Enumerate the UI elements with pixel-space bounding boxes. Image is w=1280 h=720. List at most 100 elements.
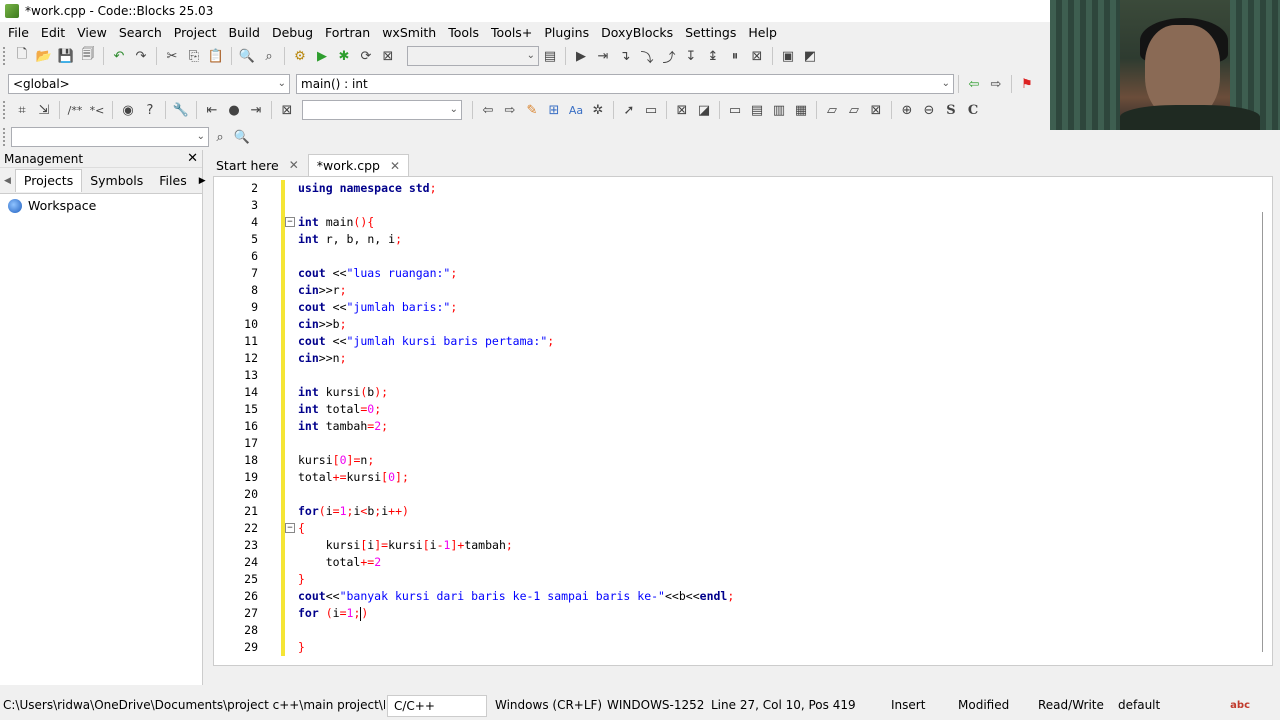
next-instruction-icon[interactable]: ↧	[680, 45, 702, 67]
rebuild-icon[interactable]: ⟳	[355, 45, 377, 67]
code-line[interactable]: 28	[214, 622, 1264, 639]
prev-bookmark-icon[interactable]: ⇤	[201, 99, 223, 121]
rect-icon[interactable]: ▭	[640, 99, 662, 121]
tab-start-here[interactable]: Start here ✕	[207, 154, 308, 176]
save-icon[interactable]: 💾	[55, 45, 77, 67]
new-file-icon[interactable]: 🗋	[11, 45, 33, 67]
abort-icon[interactable]: ⊠	[377, 45, 399, 67]
menu-tools-plus[interactable]: Tools+	[485, 22, 538, 44]
tab-scroll-left-icon[interactable]: ◀	[0, 176, 15, 186]
jump-back-icon[interactable]: ⇦	[963, 73, 985, 95]
run-icon[interactable]: ▶	[311, 45, 333, 67]
code-line[interactable]: 6	[214, 248, 1264, 265]
step-instruction-icon[interactable]: ↨	[702, 45, 724, 67]
menu-project[interactable]: Project	[168, 22, 223, 44]
menu-file[interactable]: File	[2, 22, 35, 44]
menu-wxsmith[interactable]: wxSmith	[376, 22, 442, 44]
step-out-icon[interactable]: ⤴	[658, 45, 680, 67]
block-icon[interactable]: ▥	[768, 99, 790, 121]
block-comment-icon[interactable]: /**	[64, 99, 86, 121]
code-line[interactable]: 15 int total=0;	[214, 401, 1264, 418]
debug-info-icon[interactable]: ◩	[799, 45, 821, 67]
block2-icon[interactable]: ▦	[790, 99, 812, 121]
scope-select[interactable]: <global> ⌄	[8, 74, 290, 94]
save-all-icon[interactable]: 🗐	[77, 45, 99, 67]
build-run-icon[interactable]: ✱	[333, 45, 355, 67]
code-line[interactable]: 17	[214, 435, 1264, 452]
code-line[interactable]: 8 cin>>r;	[214, 282, 1264, 299]
step-into-icon[interactable]: ⤵	[636, 45, 658, 67]
menu-help[interactable]: Help	[742, 22, 783, 44]
code-line[interactable]: 19 total+=kursi[0];	[214, 469, 1264, 486]
tab-projects[interactable]: Projects	[14, 169, 83, 192]
toolbar-grip[interactable]	[3, 101, 7, 119]
undo-icon[interactable]: ↶	[108, 45, 130, 67]
line-comment-icon[interactable]: *<	[86, 99, 108, 121]
menu-build[interactable]: Build	[223, 22, 266, 44]
zoom-in-icon[interactable]: ⊕	[896, 99, 918, 121]
doxy-config-icon[interactable]: 🔧	[170, 99, 192, 121]
menu-search[interactable]: Search	[113, 22, 168, 44]
nassi-s-icon[interactable]: S	[940, 99, 962, 121]
build-options-icon[interactable]: ▤	[539, 45, 561, 67]
doxy-wizard-icon[interactable]: ⌗	[11, 99, 33, 121]
code-line[interactable]: 14 int kursi(b);	[214, 384, 1264, 401]
code-line[interactable]: 29}	[214, 639, 1264, 656]
code-line[interactable]: 20	[214, 486, 1264, 503]
code-line[interactable]: 3	[214, 197, 1264, 214]
code-line[interactable]: 25}	[214, 571, 1264, 588]
next-line-icon[interactable]: ↴	[614, 45, 636, 67]
paste-icon[interactable]: 📋	[205, 45, 227, 67]
menu-doxyblocks[interactable]: DoxyBlocks	[595, 22, 679, 44]
menu-plugins[interactable]: Plugins	[538, 22, 595, 44]
code-line[interactable]: 4 − int main(){	[214, 214, 1264, 231]
doxy-help-icon[interactable]: ?	[139, 99, 161, 121]
fold-toggle-icon[interactable]: −	[285, 523, 295, 533]
workspace-node[interactable]: Workspace	[0, 194, 202, 217]
fold-toggle-icon[interactable]: −	[285, 217, 295, 227]
code-line[interactable]: 24 total+=2	[214, 554, 1264, 571]
menu-settings[interactable]: Settings	[679, 22, 742, 44]
instruction-icon[interactable]: ▭	[724, 99, 746, 121]
toolbar-grip[interactable]	[3, 47, 7, 65]
code-line[interactable]: 5 int r, b, n, i;	[214, 231, 1264, 248]
run-to-cursor-icon[interactable]: ⇥	[592, 45, 614, 67]
terminal-icon[interactable]: ◪	[693, 99, 715, 121]
code-line[interactable]: 11 cout <<"jumlah kursi baris pertama:";	[214, 333, 1264, 350]
code-line[interactable]: 13	[214, 367, 1264, 384]
function-select[interactable]: main() : int ⌄	[296, 74, 954, 94]
pointer-icon[interactable]: ➚	[618, 99, 640, 121]
font-icon[interactable]: Aa	[565, 99, 587, 121]
doxy-run-icon[interactable]: ◉	[117, 99, 139, 121]
zoom-out-icon[interactable]: ⊖	[918, 99, 940, 121]
code-line[interactable]: 26 cout<<"banyak kursi dari baris ke-1 sa…	[214, 588, 1264, 605]
tab-scroll-right-icon[interactable]: ▶	[195, 176, 210, 186]
replace-icon[interactable]: ⌕	[258, 45, 280, 67]
menu-debug[interactable]: Debug	[266, 22, 319, 44]
select-text-icon[interactable]: ⊞	[543, 99, 565, 121]
code-line[interactable]: 23 kursi[i]=kursi[i-1]+tambah;	[214, 537, 1264, 554]
highlight-pen-icon[interactable]: ✎	[521, 99, 543, 121]
doxy-extract-icon[interactable]: ⇲	[33, 99, 55, 121]
tab-work-cpp[interactable]: *work.cpp ✕	[307, 154, 410, 176]
decision-icon[interactable]: ⊠	[671, 99, 693, 121]
find-icon[interactable]: 🔍	[236, 45, 258, 67]
menu-fortran[interactable]: Fortran	[319, 22, 376, 44]
code-line[interactable]: 27 for (i=1;)	[214, 605, 1264, 622]
forward-arrow-icon[interactable]: ⇨	[499, 99, 521, 121]
code-line[interactable]: 2 using namespace std;	[214, 180, 1264, 197]
continue-icon[interactable]: ▱	[843, 99, 865, 121]
highlight-select[interactable]: ⌄	[302, 100, 462, 120]
back-arrow-icon[interactable]: ⇦	[477, 99, 499, 121]
code-line[interactable]: 16 int tambah=2;	[214, 418, 1264, 435]
close-icon[interactable]: ✕	[187, 151, 198, 166]
code-line[interactable]: 10 cin>>b;	[214, 316, 1264, 333]
copy-icon[interactable]: ⎘	[183, 45, 205, 67]
loop-icon[interactable]: ▤	[746, 99, 768, 121]
next-bookmark-icon[interactable]: ⇥	[245, 99, 267, 121]
incremental-search-input[interactable]: ⌄	[11, 127, 209, 147]
code-line[interactable]: 22 −{	[214, 520, 1264, 537]
pause-icon[interactable]: ⏸	[724, 45, 746, 67]
debug-run-icon[interactable]: ▶	[570, 45, 592, 67]
menu-view[interactable]: View	[71, 22, 113, 44]
